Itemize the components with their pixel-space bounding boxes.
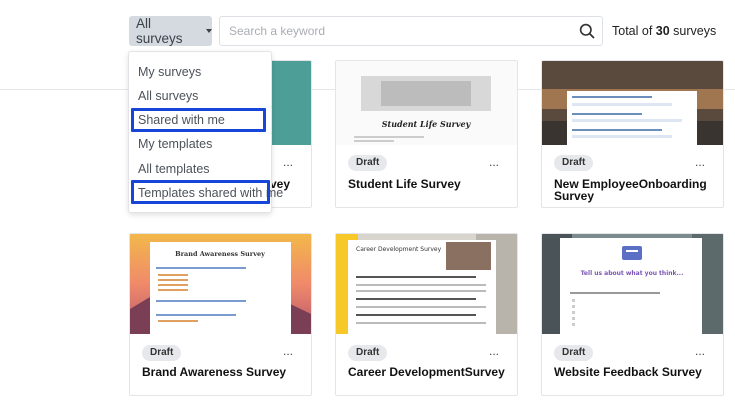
menu-item-my-surveys[interactable]: My surveys bbox=[138, 65, 201, 79]
total-count: 30 bbox=[655, 24, 670, 38]
menu-item-my-templates[interactable]: My templates bbox=[138, 137, 212, 151]
search-input[interactable] bbox=[220, 17, 570, 45]
thumbnail-title: Brand Awareness Survey bbox=[175, 250, 265, 258]
survey-filter-menu: My surveys All surveys Shared with me My… bbox=[128, 51, 283, 213]
card-title: New EmployeeOnboarding Survey bbox=[554, 177, 707, 203]
thumbnail-title: Tell us about what you think... bbox=[581, 270, 684, 277]
menu-item-all-surveys[interactable]: All surveys bbox=[138, 89, 198, 103]
survey-thumbnail: Student Life Survey bbox=[336, 61, 517, 145]
menu-item-shared-with-me[interactable]: Shared with me bbox=[138, 113, 225, 127]
search-icon[interactable] bbox=[579, 23, 595, 39]
more-options-icon[interactable]: ... bbox=[489, 156, 499, 168]
survey-thumbnail bbox=[542, 61, 723, 145]
status-badge: Draft bbox=[142, 345, 182, 361]
filter-label: All surveys bbox=[136, 16, 183, 46]
status-badge: Draft bbox=[554, 345, 594, 361]
survey-thumbnail: Tell us about what you think... bbox=[542, 234, 723, 334]
thumbnail-title: Career Development Survey bbox=[356, 246, 442, 253]
survey-card[interactable]: Career Development Survey Draft ... Care… bbox=[335, 233, 518, 396]
card-title: Brand Awareness Survey bbox=[142, 365, 287, 379]
thumbnail-title: Student Life Survey bbox=[382, 119, 472, 129]
survey-filter-dropdown[interactable]: All surveys bbox=[129, 16, 212, 46]
survey-card[interactable]: Student Life Survey Draft ... Student Li… bbox=[335, 60, 518, 208]
survey-card[interactable]: Tell us about what you think... Draft ..… bbox=[541, 233, 724, 396]
caret-down-icon bbox=[206, 29, 212, 33]
card-title: Career DevelopmentSurvey bbox=[348, 365, 505, 379]
more-options-icon[interactable]: ... bbox=[283, 345, 293, 357]
more-options-icon[interactable]: ... bbox=[695, 156, 705, 168]
more-options-icon[interactable]: ... bbox=[489, 345, 499, 357]
survey-thumbnail: Career Development Survey bbox=[336, 234, 517, 334]
status-badge: Draft bbox=[348, 155, 388, 171]
more-options-icon[interactable]: ... bbox=[283, 156, 293, 168]
card-title: Student Life Survey bbox=[348, 177, 461, 191]
search-box bbox=[219, 16, 603, 46]
status-badge: Draft bbox=[554, 155, 594, 171]
status-badge: Draft bbox=[348, 345, 388, 361]
menu-item-templates-shared-with-me[interactable]: Templates shared with me bbox=[138, 186, 283, 200]
total-count-label: Total of 30 surveys bbox=[612, 24, 717, 38]
card-title: Website Feedback Survey bbox=[554, 365, 702, 379]
survey-thumbnail: Brand Awareness Survey bbox=[130, 234, 311, 334]
survey-card[interactable]: Brand Awareness Survey Draft ... Brand A… bbox=[129, 233, 312, 396]
survey-card[interactable]: Draft ... New EmployeeOnboarding Survey bbox=[541, 60, 724, 208]
menu-item-all-templates[interactable]: All templates bbox=[138, 162, 210, 176]
more-options-icon[interactable]: ... bbox=[695, 345, 705, 357]
